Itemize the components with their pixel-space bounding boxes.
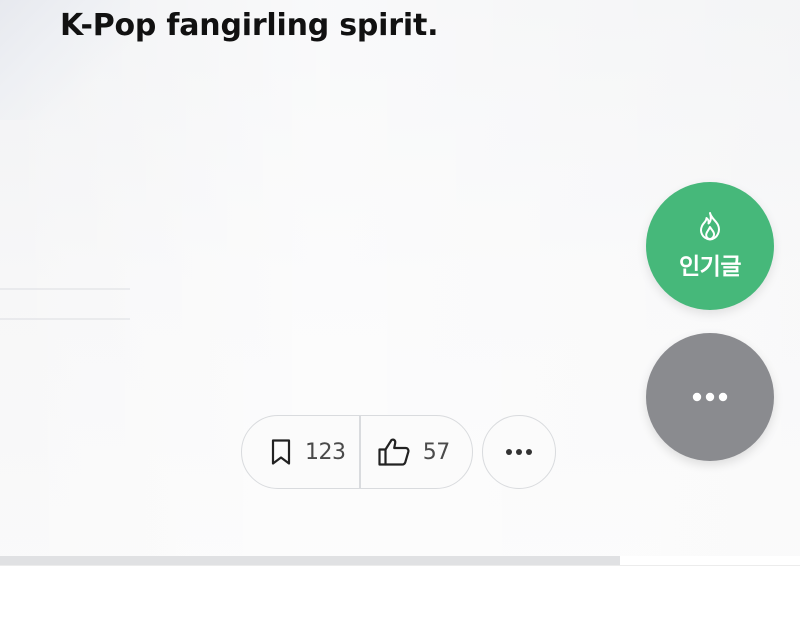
reading-progress-bar xyxy=(0,556,800,566)
popular-posts-button[interactable]: 인기글 xyxy=(646,182,774,310)
like-count: 57 xyxy=(422,439,451,465)
like-button[interactable]: 57 xyxy=(361,416,472,488)
popular-posts-label: 인기글 xyxy=(679,254,741,280)
floating-more-button[interactable] xyxy=(646,333,774,461)
fire-icon xyxy=(697,211,723,243)
bookmark-icon xyxy=(269,438,293,466)
ellipsis-icon xyxy=(505,448,533,456)
thumbs-up-icon xyxy=(377,437,411,467)
bookmark-count: 123 xyxy=(305,439,346,465)
bookmark-button[interactable]: 123 xyxy=(242,416,359,488)
reading-progress-fill xyxy=(0,556,620,565)
more-options-button[interactable] xyxy=(482,415,556,489)
content-area-below xyxy=(0,566,800,620)
background-line xyxy=(0,318,130,320)
article-headline: K-Pop fangirling spirit. xyxy=(60,8,439,43)
ellipsis-icon xyxy=(692,392,728,402)
background-line xyxy=(0,288,130,290)
reaction-bar: 123 57 xyxy=(241,415,473,489)
